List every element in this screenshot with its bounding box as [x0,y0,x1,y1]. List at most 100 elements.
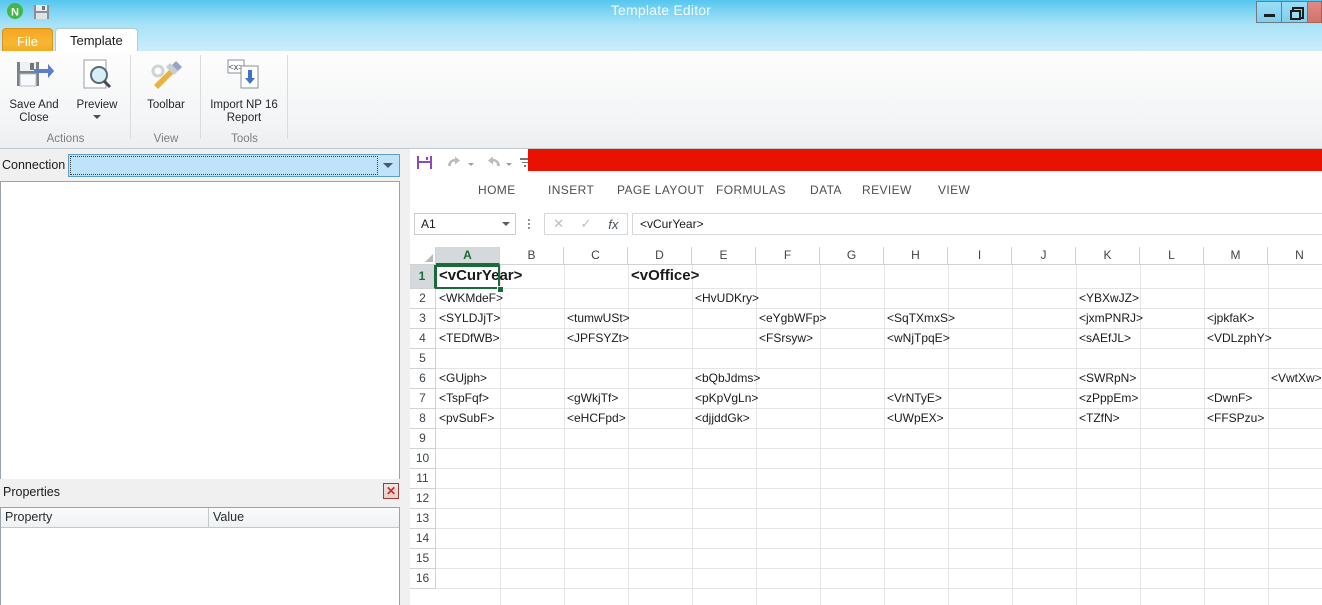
name-box-chevron-down-icon[interactable] [502,222,510,226]
row-header-6[interactable]: 6 [410,369,436,389]
excel-tab-page-layout[interactable]: PAGE LAYOUT [617,183,704,197]
cell-K7[interactable]: <zPppEm> [1076,389,1138,409]
column-header-J[interactable]: J [1012,247,1076,265]
fill-handle[interactable] [497,286,504,293]
column-header-E[interactable]: E [692,247,756,265]
column-header-L[interactable]: L [1140,247,1204,265]
undo-dropdown-icon[interactable] [468,163,474,166]
restore-button[interactable] [1282,1,1308,23]
cell-M7[interactable]: <DwnF> [1204,389,1252,409]
cell-N6[interactable]: <VwtXw> [1268,369,1322,389]
chevron-down-icon[interactable] [93,115,101,119]
cell-E7[interactable]: <pKpVgLn> [692,389,758,409]
toolbar-button[interactable]: Toolbar [134,57,198,112]
tab-file[interactable]: File [2,28,53,53]
cancel-x-icon[interactable]: ✕ [545,216,572,232]
connection-combobox[interactable] [68,154,400,177]
redo-dropdown-icon[interactable] [506,163,512,166]
tab-template[interactable]: Template [55,28,138,53]
select-all-corner-button[interactable] [410,247,436,265]
row-header-16[interactable]: 16 [410,569,436,589]
excel-tab-insert[interactable]: INSERT [548,183,594,197]
row-header-1[interactable]: 1 [410,265,436,289]
minimize-button[interactable] [1256,1,1282,23]
column-header-C[interactable]: C [564,247,628,265]
cell-D1[interactable]: <vOffice> [628,265,699,289]
properties-column-value[interactable]: Value [209,508,399,528]
column-header-H[interactable]: H [884,247,948,265]
excel-tab-review[interactable]: REVIEW [862,183,912,197]
row-header-10[interactable]: 10 [410,449,436,469]
close-button[interactable] [1308,1,1322,23]
cell-A8[interactable]: <pvSubF> [436,409,494,429]
column-header-K[interactable]: K [1076,247,1140,265]
row-header-4[interactable]: 4 [410,329,436,349]
column-header-A[interactable]: A [436,247,500,265]
row-header-7[interactable]: 7 [410,389,436,409]
chevron-down-icon[interactable] [383,163,393,168]
cell-E6[interactable]: <bQbJdms> [692,369,760,389]
connection-input[interactable] [70,156,378,175]
import-np16-report-button[interactable]: <x> Import NP 16 Report [210,57,278,125]
cell-M4[interactable]: <VDLzphY> [1204,329,1272,349]
column-header-G[interactable]: G [820,247,884,265]
excel-tab-view[interactable]: VIEW [938,183,970,197]
cell-K8[interactable]: <TZfN> [1076,409,1120,429]
row-header-5[interactable]: 5 [410,349,436,369]
cell-C4[interactable]: <JPFSYZt> [564,329,629,349]
properties-grid[interactable]: Property Value [0,507,400,605]
cell-C3[interactable]: <tumwUSt> [564,309,630,329]
column-header-D[interactable]: D [628,247,692,265]
formula-input[interactable]: <vCurYear> [632,213,1322,235]
cell-H3[interactable]: <SqTXmxS> [884,309,955,329]
row-header-11[interactable]: 11 [410,469,436,489]
insert-function-fx-icon[interactable]: fx [600,217,627,232]
cell-M3[interactable]: <jpkfaK> [1204,309,1254,329]
cell-A6[interactable]: <GUjph> [436,369,487,389]
cell-H7[interactable]: <VrNTyE> [884,389,942,409]
cell-K2[interactable]: <YBXwJZ> [1076,289,1139,309]
excel-tab-home[interactable]: HOME [478,183,516,197]
row-header-13[interactable]: 13 [410,509,436,529]
column-header-N[interactable]: N [1268,247,1322,265]
cell-F4[interactable]: <FSrsyw> [756,329,813,349]
row-header-8[interactable]: 8 [410,409,436,429]
cell-K3[interactable]: <jxmPNRJ> [1076,309,1143,329]
preview-button[interactable]: Preview [65,57,129,119]
cell-A2[interactable]: <WKMdeF> [436,289,503,309]
cell-K6[interactable]: <SWRpN> [1076,369,1136,389]
spreadsheet-grid[interactable]: ABCDEFGHIJKLMN 1 2 3 4 5 6 7 8 9 10 11 12 13 14 15 16 <… [410,247,1322,605]
row-header-12[interactable]: 12 [410,489,436,509]
name-box[interactable]: A1 [414,213,516,235]
cell-E2[interactable]: <HvUDKry> [692,289,759,309]
cell-C8[interactable]: <eHCFpd> [564,409,626,429]
row-header-3[interactable]: 3 [410,309,436,329]
undo-icon[interactable] [446,154,464,171]
cell-A4[interactable]: <TEDfWB> [436,329,500,349]
cell-C7[interactable]: <gWkjTf> [564,389,618,409]
cell-A3[interactable]: <SYLDJjT> [436,309,500,329]
cell-M8[interactable]: <FFSPzu> [1204,409,1264,429]
cell-A7[interactable]: <TspFqf> [436,389,489,409]
formula-bar-grip[interactable] [528,219,531,230]
excel-tab-formulas[interactable]: FORMULAS [716,183,786,197]
cell-H4[interactable]: <wNjTpqE> [884,329,950,349]
row-header-2[interactable]: 2 [410,289,436,309]
cell-H8[interactable]: <UWpEX> [884,409,944,429]
column-header-F[interactable]: F [756,247,820,265]
column-header-B[interactable]: B [500,247,564,265]
accept-check-icon[interactable]: ✓ [572,216,599,232]
save-icon[interactable] [416,154,433,171]
row-header-14[interactable]: 14 [410,529,436,549]
column-header-M[interactable]: M [1204,247,1268,265]
row-header-9[interactable]: 9 [410,429,436,449]
properties-column-property[interactable]: Property [1,508,209,528]
save-and-close-button[interactable]: Save And Close [2,57,66,125]
cell-F3[interactable]: <eYgbWFp> [756,309,826,329]
column-header-I[interactable]: I [948,247,1012,265]
row-header-15[interactable]: 15 [410,549,436,569]
redo-icon[interactable] [484,154,502,171]
cell-E8[interactable]: <djjddGk> [692,409,750,429]
properties-close-button[interactable]: ✕ [383,483,399,499]
excel-tab-data[interactable]: DATA [810,183,842,197]
